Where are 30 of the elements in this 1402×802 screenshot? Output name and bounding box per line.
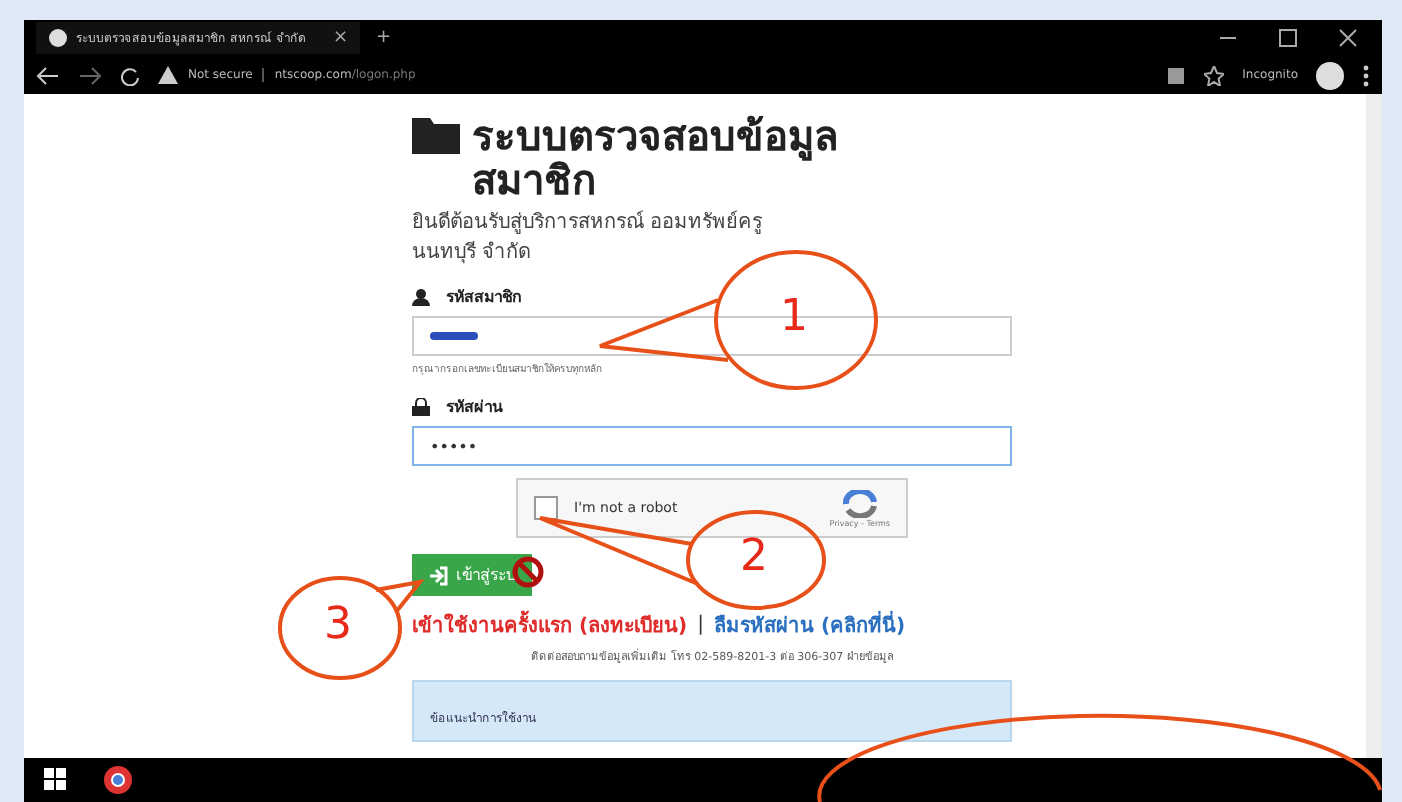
welcome-text: ยินดีต้อนรับสู่บริการสหกรณ์ ออมทรัพย์ครู นนทบุรี จำกัด: [412, 208, 765, 266]
close-tab-button[interactable]: ×: [332, 28, 348, 48]
warning-icon: [158, 66, 178, 84]
reload-icon[interactable]: [120, 65, 140, 85]
field-label: รหัสผ่าน: [446, 396, 502, 420]
page-title: ระบบตรวจสอบข้อมูลสมาชิก: [472, 114, 840, 202]
callout-number: 3: [324, 604, 352, 648]
callout-number: 1: [780, 296, 808, 340]
forgot-password-link[interactable]: ลืมรหัสผ่าน (คลิกที่นี่): [714, 610, 906, 640]
folder-icon: [412, 114, 464, 154]
register-link[interactable]: เข้าใช้งานครั้งแรก (ลงทะเบียน): [412, 610, 688, 640]
chrome-icon[interactable]: [104, 766, 132, 794]
recaptcha-icon: [841, 489, 878, 517]
link-separator: |: [697, 614, 704, 636]
captcha-checkbox[interactable]: [534, 496, 558, 520]
password-field[interactable]: •••••: [412, 426, 1012, 466]
no-entry-icon: [512, 556, 544, 588]
windows-start-icon[interactable]: [44, 768, 68, 792]
field-label: รหัสสมาชิก: [446, 286, 522, 310]
star-icon[interactable]: [1204, 65, 1225, 85]
back-icon[interactable]: [36, 65, 60, 85]
new-tab-button[interactable]: +: [376, 28, 392, 48]
avatar-icon[interactable]: [1316, 61, 1344, 89]
maximize-icon[interactable]: [1278, 28, 1298, 48]
close-icon[interactable]: [1338, 28, 1358, 48]
sign-in-icon: [428, 565, 448, 585]
scrollbar[interactable]: [1366, 94, 1382, 758]
callout-number: 2: [740, 536, 768, 580]
menu-icon[interactable]: [1362, 63, 1370, 87]
forward-icon[interactable]: [78, 65, 102, 85]
